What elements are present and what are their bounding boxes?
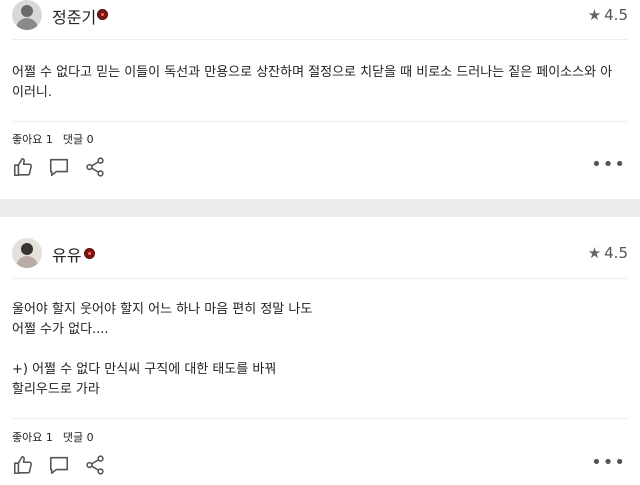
divider	[12, 121, 628, 122]
avatar[interactable]	[12, 238, 42, 268]
review-card: 정준기 ★ 4.5 어쩔 수 없다고 믿는 이들이 독선과 만용으로 상잔하며 …	[0, 0, 640, 199]
likes-count: 좋아요 1	[12, 431, 53, 444]
review-text-line: 어쩔 수가 없다....	[12, 322, 109, 337]
comments-count: 댓글 0	[62, 431, 94, 444]
review-meta: 좋아요 1 댓글 0	[12, 131, 94, 147]
comments-count: 댓글 0	[62, 133, 94, 146]
review-card: 유유 ★ 4.5 울어야 할지 웃어야 할지 어느 하나 마음 편히 정말 나도…	[0, 217, 640, 485]
star-icon: ★	[587, 6, 602, 24]
rating-value: 4.5	[604, 6, 628, 24]
review-text-line: +) 어쩔 수 없다 만식씨 구직에 대한 태도를 바꿔	[12, 362, 277, 377]
review-actions	[12, 452, 106, 478]
review-actions	[12, 154, 106, 180]
star-icon: ★	[587, 244, 602, 262]
review-text-line: 할리우드로 가라	[12, 382, 100, 397]
rating-value: 4.5	[604, 244, 628, 262]
share-icon[interactable]	[84, 156, 106, 178]
more-icon[interactable]: •••	[591, 454, 626, 472]
divider	[12, 418, 628, 419]
review-text: 울어야 할지 웃어야 할지 어느 하나 마음 편히 정말 나도 어쩔 수가 없다…	[12, 300, 626, 400]
divider	[12, 278, 628, 279]
comment-icon[interactable]	[48, 156, 70, 178]
review-header: 정준기 ★ 4.5	[0, 0, 640, 30]
thumbs-up-icon[interactable]	[12, 454, 34, 476]
more-icon[interactable]: •••	[591, 156, 626, 174]
user-badge-icon	[84, 248, 95, 259]
comment-icon[interactable]	[48, 454, 70, 476]
avatar[interactable]	[12, 0, 42, 30]
review-text-line: 어쩔 수 없다고 믿는 이들이 독선과 만용으로 상잔하며 절정으로 치닫을 때…	[12, 65, 613, 80]
review-text-line: 이러니.	[12, 85, 53, 100]
rating: ★ 4.5	[588, 244, 628, 262]
review-text: 어쩔 수 없다고 믿는 이들이 독선과 만용으로 상잔하며 절정으로 치닫을 때…	[12, 63, 626, 103]
share-icon[interactable]	[84, 454, 106, 476]
likes-count: 좋아요 1	[12, 133, 53, 146]
thumbs-up-icon[interactable]	[12, 156, 34, 178]
review-header: 유유 ★ 4.5	[0, 238, 640, 268]
author-name[interactable]: 정준기	[52, 4, 96, 28]
rating: ★ 4.5	[588, 6, 628, 24]
review-meta: 좋아요 1 댓글 0	[12, 429, 94, 445]
author-name[interactable]: 유유	[52, 242, 81, 266]
review-text-line: 울어야 할지 웃어야 할지 어느 하나 마음 편히 정말 나도	[12, 302, 313, 317]
divider	[12, 39, 628, 40]
user-badge-icon	[97, 9, 108, 20]
